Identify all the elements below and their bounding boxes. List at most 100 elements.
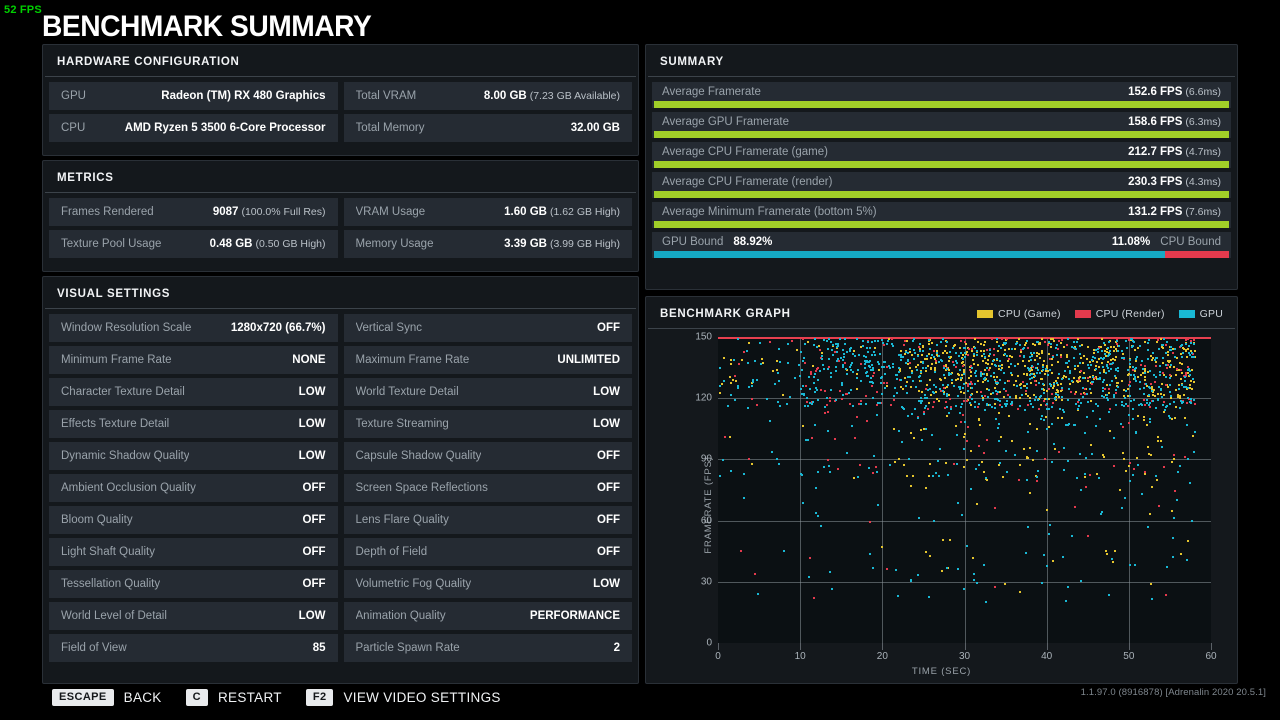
data-point [920,379,923,382]
data-point [1050,343,1053,346]
data-point [1063,345,1066,348]
data-point [1039,396,1042,399]
visual-settings-header: VISUAL SETTINGS [45,277,636,309]
key-action-label[interactable]: RESTART [218,690,282,705]
data-point [1189,339,1192,342]
data-point [1169,349,1172,352]
data-point [1060,339,1063,342]
data-point [1019,387,1022,390]
data-point [905,392,908,395]
data-point [1192,378,1195,381]
data-point [1084,473,1087,476]
data-point [771,450,773,453]
key-prompts: ESCAPE BACK C RESTART F2 VIEW VIDEO SETTINGS [52,689,515,706]
data-point [948,393,951,396]
data-point [1169,395,1172,398]
data-point [1180,368,1183,371]
data-point [997,345,1000,348]
data-point [1134,359,1137,362]
data-point [1035,371,1038,374]
setting-sub-value: (0.50 GB High) [255,238,326,250]
data-point [1172,453,1175,456]
data-point [1163,393,1166,396]
data-point [876,360,879,363]
data-point [1184,417,1187,420]
setting-cell: Character Texture Detail LOW [49,378,338,406]
data-point [904,385,907,388]
data-point [845,367,848,370]
key-action-label[interactable]: VIEW VIDEO SETTINGS [343,690,500,705]
max-framerate-line [718,337,1211,339]
data-point [1026,340,1029,343]
data-point [777,372,780,375]
data-point [1046,389,1049,392]
data-point [973,338,976,341]
data-point [986,439,989,442]
key-cap[interactable]: ESCAPE [52,689,114,706]
data-point [1024,389,1027,392]
data-point [872,375,874,378]
x-axis-tick: 40 [1041,651,1053,662]
data-point [838,389,841,392]
data-point [1183,393,1185,396]
data-point [880,339,883,342]
data-point [1089,444,1092,447]
data-point [902,464,905,467]
hardware-configuration-header: HARDWARE CONFIGURATION [45,45,636,77]
data-point [1135,357,1138,360]
data-point [913,358,916,361]
data-point [1156,341,1159,344]
data-point [1180,345,1183,348]
data-point [1104,549,1107,552]
key-cap[interactable]: C [185,689,208,706]
data-point [873,455,876,458]
data-point [995,358,998,361]
data-point [1178,387,1181,390]
data-point [1107,594,1110,597]
setting-label: Total VRAM [355,90,417,102]
key-action-label[interactable]: BACK [124,690,162,705]
data-point [909,366,912,369]
data-point [842,363,845,366]
data-point [1176,339,1178,342]
setting-sub-value: (1.62 GB High) [549,206,620,218]
data-point [1172,537,1175,540]
summary-metric-value: 158.6 FPS (6.3ms) [1128,116,1221,128]
x-axis-tick: 50 [1123,651,1135,662]
data-point [1147,526,1150,529]
data-point [930,363,933,366]
data-point [826,368,829,371]
data-point [826,430,829,433]
data-point [1049,384,1052,387]
data-point [1083,354,1086,357]
data-point [813,423,816,426]
data-point [1002,476,1005,479]
data-point [925,354,928,357]
data-point [905,340,908,343]
data-point [1097,348,1100,351]
data-point [985,367,988,370]
data-point [1079,580,1082,582]
data-point [997,382,1000,385]
setting-value: Radeon (TM) RX 480 Graphics [161,90,326,102]
data-point [993,379,996,382]
data-point [1051,393,1054,396]
data-point [1092,375,1095,378]
data-point [1159,374,1162,377]
data-point [778,404,781,407]
data-point [872,396,875,399]
data-point [930,368,933,371]
data-point [1102,378,1105,381]
data-point [1164,408,1167,411]
data-point [1098,366,1101,369]
data-point [1089,400,1092,403]
data-point [1048,425,1051,428]
data-point [776,368,779,371]
data-point [917,345,920,348]
data-point [860,399,863,402]
data-point [1102,366,1105,369]
data-point [1111,561,1114,564]
data-point [962,465,965,468]
key-cap[interactable]: F2 [305,689,334,706]
data-point [978,419,981,422]
